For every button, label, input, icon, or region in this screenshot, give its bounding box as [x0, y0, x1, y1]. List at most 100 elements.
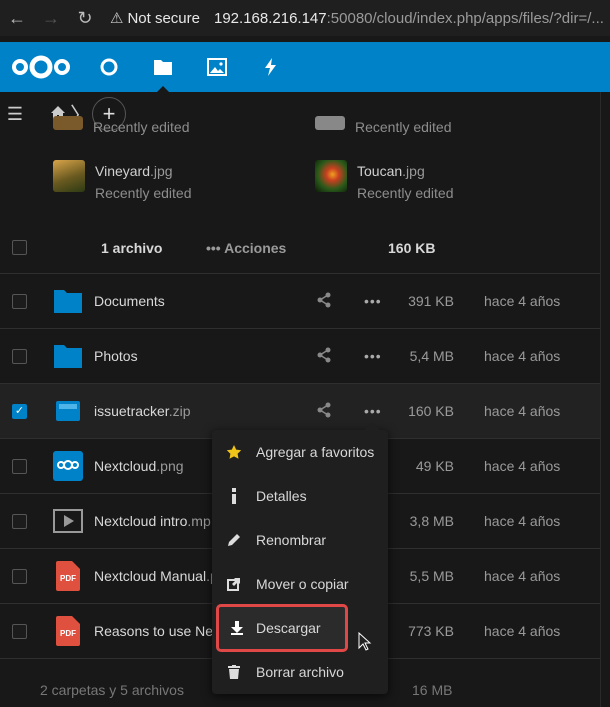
external-icon [212, 577, 256, 591]
recent-subtitle: Recently edited [93, 119, 190, 135]
file-date: hace 4 años [484, 513, 561, 529]
file-name[interactable]: issuetracker.zip [94, 403, 191, 419]
menu-item-favorite[interactable]: Agregar a favoritos [212, 430, 388, 474]
menu-item-download[interactable]: Descargar [216, 604, 348, 652]
menu-item-details[interactable]: Detalles [212, 474, 388, 518]
forward-icon[interactable]: → [34, 8, 68, 29]
recent-item[interactable]: Recently edited [315, 116, 452, 138]
recent-subtitle: Recently edited [95, 185, 192, 201]
file-size: 3,8 MB [409, 513, 454, 529]
select-all-checkbox[interactable] [12, 240, 27, 255]
not-secure-label: Not secure [127, 9, 200, 27]
trash-icon [212, 665, 256, 679]
url-host: 192.168.216.147 [214, 9, 327, 27]
more-icon[interactable]: ••• [364, 403, 382, 419]
file-date: hace 4 años [484, 568, 561, 584]
selection-count: 1 archivo [101, 239, 163, 256]
file-size: 160 KB [408, 403, 454, 419]
table-row[interactable]: Photos ••• 5,4 MB hace 4 años [0, 329, 600, 384]
svg-text:PDF: PDF [60, 629, 76, 638]
download-icon [218, 621, 256, 635]
file-date: hace 4 años [484, 348, 561, 364]
file-name[interactable]: Nextcloud.png [94, 458, 184, 474]
photos-icon[interactable] [190, 42, 244, 92]
thumbnail [315, 116, 345, 130]
file-size: 5,4 MB [409, 348, 454, 364]
video-icon [53, 506, 83, 536]
row-checkbox[interactable] [12, 623, 27, 639]
file-name[interactable]: Photos [94, 348, 138, 364]
total-size: 16 MB [412, 682, 453, 698]
menu-label: Detalles [256, 488, 307, 504]
activity-icon[interactable] [244, 42, 298, 92]
file-size: 773 KB [408, 623, 454, 639]
file-date: hace 4 años [484, 623, 561, 639]
share-icon[interactable] [316, 347, 334, 365]
file-name[interactable]: Nextcloud Manual.p [94, 568, 218, 584]
file-date: hace 4 años [484, 293, 561, 309]
url-path: :50080/cloud/index.php/apps/files/?dir=/… [326, 9, 604, 27]
dashboard-icon[interactable] [82, 42, 136, 92]
actions-menu[interactable]: ••• Acciones [206, 240, 286, 256]
row-checkbox[interactable] [12, 293, 27, 309]
pencil-icon [212, 533, 256, 547]
star-icon [212, 444, 256, 460]
warning-icon: ⚠ [110, 10, 124, 27]
menu-label: Renombrar [256, 532, 327, 548]
recent-name: Toucan.jpg [357, 163, 425, 179]
more-icon[interactable]: ••• [364, 348, 382, 364]
file-date: hace 4 años [484, 403, 561, 419]
back-icon[interactable]: ← [0, 8, 34, 29]
reload-icon[interactable]: ↻ [68, 8, 102, 29]
info-icon [212, 488, 256, 504]
selection-size: 160 KB [388, 239, 436, 256]
thumbnail [53, 160, 85, 192]
file-size: 391 KB [408, 293, 454, 309]
menu-label: Borrar archivo [256, 664, 344, 680]
files-icon[interactable] [136, 42, 190, 92]
folder-icon [53, 286, 83, 316]
thumbnail [53, 116, 83, 130]
share-icon[interactable] [316, 292, 334, 310]
file-date: hace 4 años [484, 458, 561, 474]
image-icon [53, 451, 83, 481]
file-name[interactable]: Nextcloud intro.mp [94, 513, 211, 529]
mouse-cursor-icon [358, 631, 372, 657]
menu-item-rename[interactable]: Renombrar [212, 518, 388, 562]
browser-toolbar: ← → ↻ ⚠ Not secure 192.168.216.147:50080… [0, 0, 610, 36]
menu-label: Mover o copiar [256, 576, 349, 592]
recent-name: Vineyard.jpg [95, 163, 173, 179]
menu-label: Descargar [256, 620, 321, 636]
file-summary: 2 carpetas y 5 archivos [40, 682, 184, 698]
pdf-icon: PDF [53, 616, 83, 646]
file-size: 49 KB [415, 458, 454, 474]
row-checkbox[interactable] [12, 568, 27, 584]
row-checkbox[interactable] [12, 513, 27, 529]
recent-subtitle: Recently edited [357, 185, 454, 201]
recent-item[interactable]: Vineyard.jpg Recently edited [53, 160, 192, 204]
thumbnail [315, 160, 347, 192]
app-header [0, 42, 610, 92]
address-bar[interactable]: ⚠ Not secure 192.168.216.147:50080/cloud… [110, 9, 605, 28]
recent-item[interactable]: Toucan.jpg Recently edited [315, 160, 454, 204]
menu-label: Agregar a favoritos [256, 444, 375, 460]
menu-item-move-copy[interactable]: Mover o copiar [212, 562, 388, 606]
more-icon[interactable]: ••• [364, 293, 382, 309]
sidebar-edge [600, 92, 610, 707]
pdf-icon: PDF [53, 561, 83, 591]
recent-subtitle: Recently edited [355, 119, 452, 135]
file-size: 5,5 MB [409, 568, 454, 584]
share-icon[interactable] [316, 402, 334, 420]
row-checkbox[interactable]: ✓ [12, 403, 27, 419]
svg-text:PDF: PDF [60, 574, 76, 583]
archive-icon [53, 396, 83, 426]
table-header: 1 archivo ••• Acciones 160 KB [0, 222, 600, 274]
file-name[interactable]: Documents [94, 293, 165, 309]
row-checkbox[interactable] [12, 458, 27, 474]
recent-item[interactable]: Recently edited [53, 116, 190, 138]
folder-icon [53, 341, 83, 371]
nextcloud-logo-icon[interactable] [0, 42, 82, 92]
table-row[interactable]: Documents ••• 391 KB hace 4 años [0, 274, 600, 329]
row-checkbox[interactable] [12, 348, 27, 364]
file-name[interactable]: Reasons to use Nex [94, 623, 220, 639]
